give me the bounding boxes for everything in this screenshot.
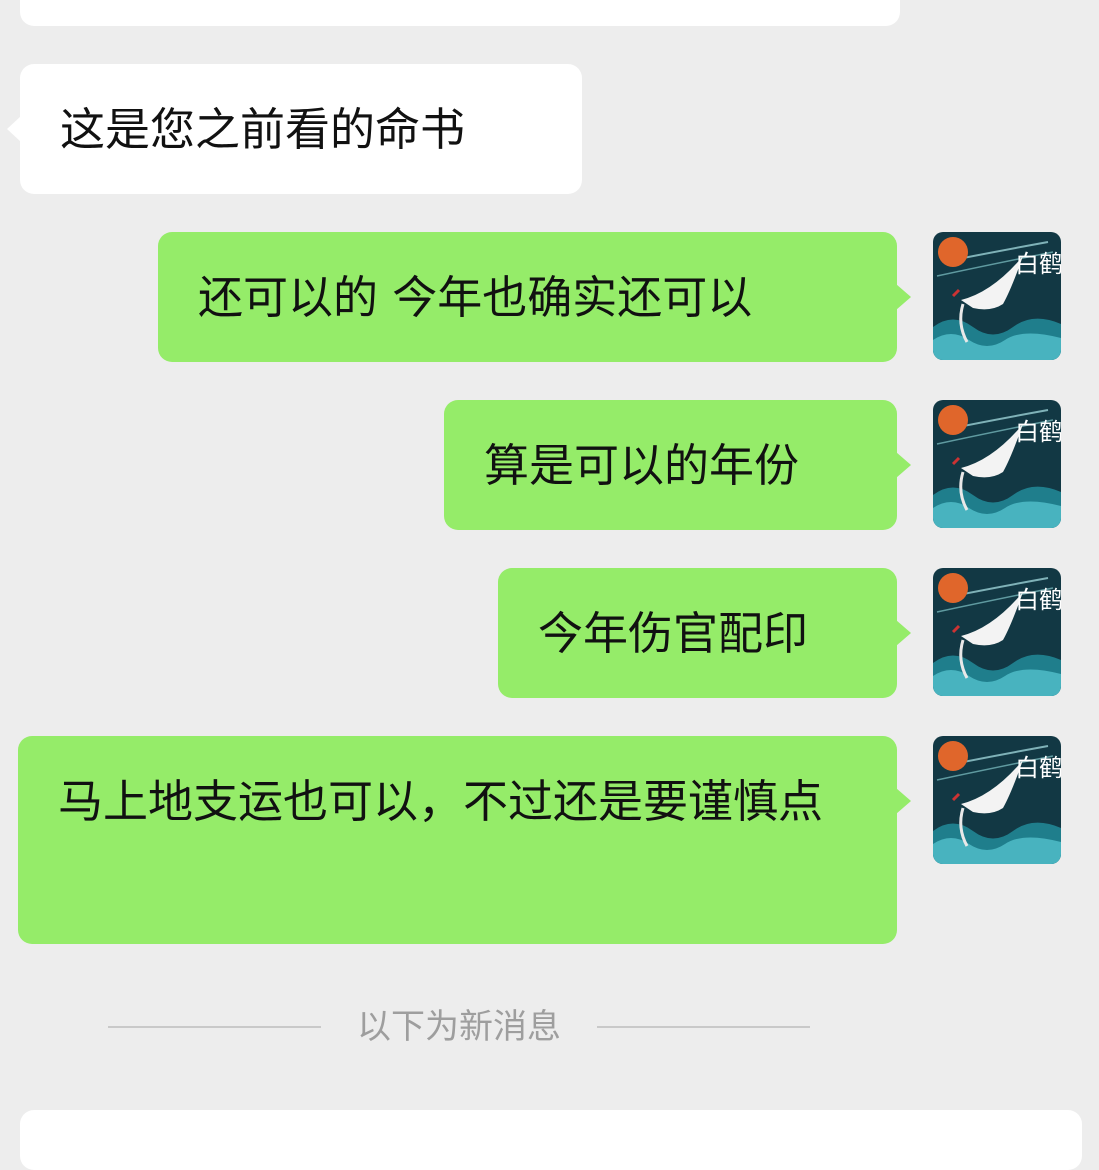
- next-message-bubble[interactable]: [20, 1110, 1082, 1170]
- new-messages-divider: 以下为新消息: [108, 1000, 810, 1054]
- previous-message-bubble[interactable]: [20, 0, 900, 26]
- crane-avatar-icon: 白鹤: [933, 400, 1061, 528]
- outgoing-message-bubble[interactable]: 还可以的 今年也确实还可以: [158, 232, 911, 362]
- message-text: 这是您之前看的命书: [60, 103, 466, 156]
- crane-avatar-icon: 白鹤: [933, 568, 1061, 696]
- message-text: 今年伤官配印: [538, 607, 809, 660]
- svg-text:白鹤: 白鹤: [1015, 754, 1061, 782]
- message-text: 算是可以的年份: [484, 439, 800, 492]
- svg-text:白鹤: 白鹤: [1015, 250, 1061, 278]
- message-text: 还可以的 今年也确实还可以: [198, 271, 753, 324]
- crane-avatar-icon: 白鹤: [933, 736, 1061, 864]
- message-text: 马上地支运也可以，不过还是要谨慎点: [58, 775, 824, 828]
- incoming-message-bubble[interactable]: 这是您之前看的命书: [7, 64, 582, 194]
- outgoing-message-bubble[interactable]: 算是可以的年份: [444, 400, 911, 530]
- avatar[interactable]: 白鹤: [933, 568, 1061, 696]
- avatar[interactable]: 白鹤: [933, 400, 1061, 528]
- divider-line: [597, 1026, 810, 1028]
- crane-avatar-icon: 白鹤: [933, 232, 1061, 360]
- outgoing-message-bubble[interactable]: 今年伤官配印: [498, 568, 911, 698]
- avatar[interactable]: 白鹤: [933, 736, 1061, 864]
- svg-text:白鹤: 白鹤: [1015, 586, 1061, 614]
- svg-text:白鹤: 白鹤: [1015, 418, 1061, 446]
- chat-screen: { "messages": [ {"sender": "other", "tex…: [0, 0, 1099, 1170]
- avatar[interactable]: 白鹤: [933, 232, 1061, 360]
- outgoing-message-bubble[interactable]: 马上地支运也可以，不过还是要谨慎点: [18, 736, 911, 944]
